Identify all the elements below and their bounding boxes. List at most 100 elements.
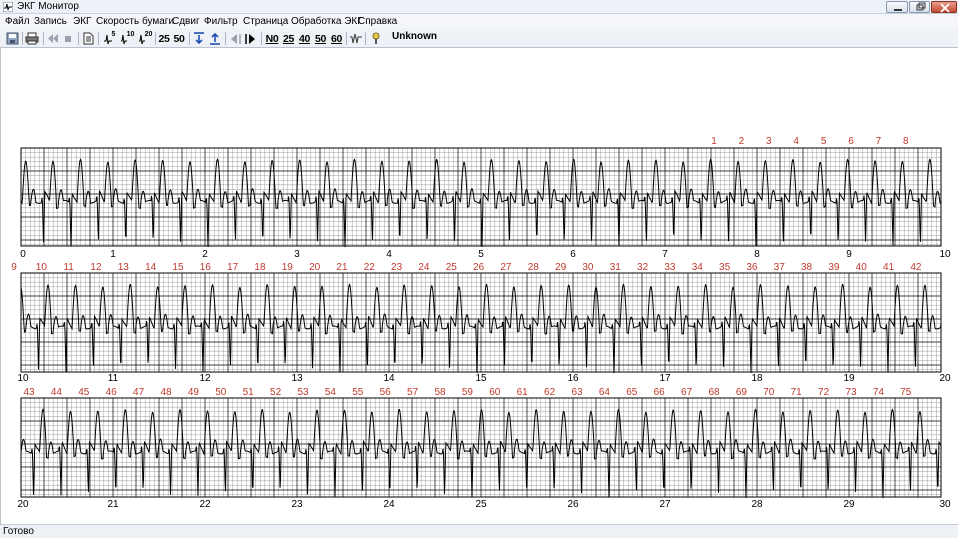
shift-up-button[interactable] [208,31,222,46]
menu-ecg-processing[interactable]: Обработка ЭКГ [291,16,363,27]
time-label: 11 [108,373,119,384]
beat-number: 32 [637,262,649,273]
time-label: 27 [659,499,671,510]
filter-60-button[interactable]: 60 [330,31,343,46]
rewind-button[interactable] [46,31,60,46]
time-label: 20 [939,373,951,384]
restore-button[interactable] [909,1,930,13]
filter-25-button[interactable]: 25 [282,31,295,46]
time-label: 1 [110,249,116,260]
save-icon [6,32,18,45]
beat-number: 28 [528,262,540,273]
beat-number: 73 [845,387,857,398]
beat-number: 27 [500,262,512,273]
beat-number: 34 [692,262,704,273]
beat-number: 70 [763,387,775,398]
time-label: 7 [662,249,668,260]
beat-number: 56 [380,387,392,398]
time-label: 16 [567,373,579,384]
toolbar-separator [22,32,23,45]
time-label: 0 [20,249,26,260]
beat-number: 63 [571,387,583,398]
minimize-button[interactable] [886,1,908,13]
ecg-analysis-button[interactable] [349,31,363,46]
next-page-button[interactable] [244,31,258,46]
time-label: 22 [199,499,211,510]
menu-file[interactable]: Файл [5,16,30,27]
beat-number: 2 [739,136,745,147]
beat-number: 12 [90,262,102,273]
gain-10-button[interactable]: 10 [119,31,136,46]
time-label: 13 [291,373,303,384]
time-label: 24 [383,499,395,510]
time-label: 26 [567,499,579,510]
previous-page-button[interactable] [228,31,242,46]
beat-number: 66 [654,387,666,398]
gain-20-button[interactable]: 20 [137,31,154,46]
beat-number: 8 [903,136,909,147]
filter-40-button[interactable]: 40 [298,31,311,46]
print-button[interactable] [24,31,40,46]
speed-25-button[interactable]: 25 [157,31,171,46]
beat-number: 71 [791,387,803,398]
beat-number: 48 [160,387,172,398]
beat-number: 18 [254,262,266,273]
speed-50-button[interactable]: 50 [172,31,186,46]
document-icon [83,32,93,45]
menu-record[interactable]: Запись [34,16,67,27]
beat-number: 49 [188,387,200,398]
beat-number: 15 [172,262,184,273]
beat-number: 13 [118,262,130,273]
filter-none-button[interactable]: N0 [264,31,280,46]
help-button[interactable] [369,31,383,46]
beat-number: 6 [848,136,854,147]
toolbar-separator [346,32,347,45]
menu-page[interactable]: Страница [243,16,288,27]
beat-number: 46 [106,387,118,398]
time-label: 10 [939,249,951,260]
beat-number: 69 [736,387,748,398]
menu-shift[interactable]: Сдвиг [172,16,200,27]
minimize-icon [894,9,902,11]
beat-number: 29 [555,262,567,273]
toolbar-separator [365,32,366,45]
beat-number: 67 [681,387,693,398]
beat-number: 24 [418,262,430,273]
beat-number: 43 [23,387,35,398]
time-label: 6 [570,249,576,260]
beat-number: 17 [227,262,239,273]
beat-number: 36 [746,262,758,273]
beat-number: 61 [517,387,529,398]
help-icon [372,32,380,44]
save-button[interactable] [4,31,20,46]
beat-number: 21 [336,262,348,273]
record-status-label: Unknown [392,31,437,42]
menu-filter[interactable]: Фильтр [204,16,238,27]
time-label: 30 [939,499,951,510]
ecg-chart: 1 2 3 4 5 6 7 80 1 2 3 4 5 6 7 8 9 109 10 11 12 13 14 15 16 17 18 1… [11,136,951,510]
beat-number: 3 [766,136,772,147]
close-button[interactable] [931,1,957,13]
beat-number: 40 [856,262,868,273]
menu-bar: Файл Запись ЭКГ Скорость бумаги Сдвиг Фи… [0,14,958,29]
stop-button[interactable] [62,31,74,46]
menu-paper-speed[interactable]: Скорость бумаги [96,16,174,27]
time-label: 18 [751,373,763,384]
toolbar-separator [78,32,79,45]
beat-number: 59 [462,387,474,398]
toolbar-separator [189,32,190,45]
menu-ecg[interactable]: ЭКГ [73,16,91,27]
beat-number: 41 [883,262,895,273]
beat-number: 1 [711,136,717,147]
menu-help[interactable]: Справка [358,16,397,27]
time-label: 5 [478,249,484,260]
arrow-up-icon [210,32,220,45]
gain-5-button[interactable]: 5 [101,31,118,46]
filter-50-button[interactable]: 50 [314,31,327,46]
rewind-icon [48,34,58,43]
shift-down-button[interactable] [192,31,206,46]
time-label: 15 [475,373,487,384]
beat-number: 42 [910,262,922,273]
document-button[interactable] [81,31,95,46]
time-label: 10 [17,373,29,384]
